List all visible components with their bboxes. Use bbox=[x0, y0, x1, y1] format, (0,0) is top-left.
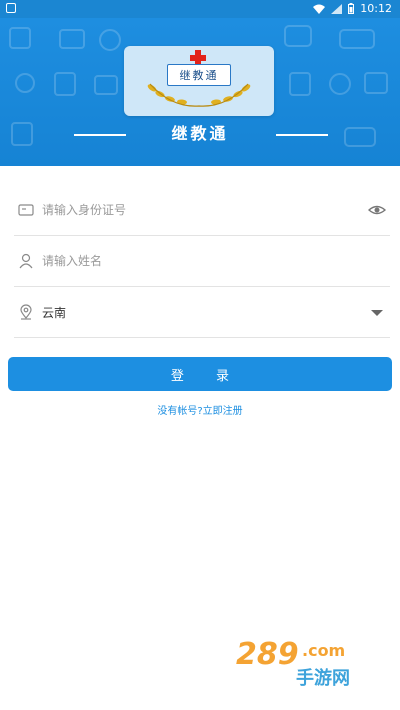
register-link[interactable]: 没有帐号?立即注册 bbox=[0, 402, 400, 417]
person-icon bbox=[19, 253, 33, 269]
header-banner: 继教通 继教通 bbox=[0, 18, 400, 166]
status-bar: 10:12 bbox=[0, 0, 400, 18]
svg-text:手游网: 手游网 bbox=[296, 667, 350, 689]
name-field[interactable] bbox=[14, 237, 390, 287]
brand-row: 继教通 bbox=[0, 122, 400, 146]
region-select[interactable]: 云南 bbox=[14, 288, 390, 338]
battery-icon bbox=[348, 3, 355, 14]
site-watermark-logo: 289 .com 手游网 bbox=[236, 637, 350, 689]
svg-text:.com: .com bbox=[302, 641, 345, 660]
wifi-icon bbox=[313, 4, 326, 14]
login-button[interactable]: 登 录 bbox=[8, 357, 392, 391]
notification-icon bbox=[6, 3, 16, 13]
status-time: 10:12 bbox=[360, 2, 392, 15]
id-number-field[interactable] bbox=[14, 186, 390, 236]
laurel-wreath-icon bbox=[147, 83, 251, 107]
app-logo: 继教通 bbox=[124, 46, 274, 116]
name-input[interactable] bbox=[42, 249, 342, 273]
id-number-input[interactable] bbox=[42, 198, 342, 222]
brand-title: 继教通 bbox=[171, 124, 229, 143]
location-icon bbox=[20, 304, 32, 320]
id-card-icon bbox=[18, 204, 34, 216]
region-value: 云南 bbox=[42, 306, 67, 320]
eye-icon[interactable] bbox=[368, 202, 386, 218]
svg-text:289: 289 bbox=[236, 637, 299, 672]
signal-icon bbox=[331, 3, 343, 14]
brand-divider-right bbox=[276, 134, 328, 136]
dropdown-arrow-icon[interactable] bbox=[368, 304, 386, 320]
